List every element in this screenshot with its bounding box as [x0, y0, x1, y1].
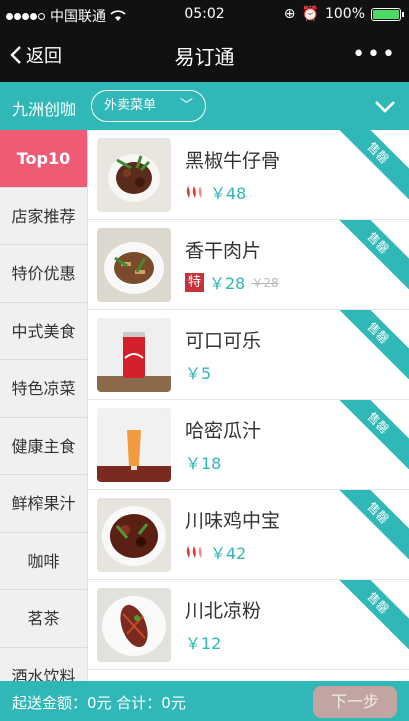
dish-price: ￥5: [185, 364, 212, 383]
dish-name: 川味鸡中宝: [185, 510, 281, 532]
battery-percent: 100%: [324, 6, 365, 22]
dish-image: [97, 138, 171, 212]
list-item[interactable]: 香干肉片 特 ￥28 ￥28 售罄: [88, 220, 409, 310]
dish-price: ￥42: [210, 544, 247, 563]
list-item[interactable]: 川味鸡中宝 ￥42 售罄: [88, 490, 409, 580]
status-bar: 中国联通 05:02 ⊕ ⏰ 100%: [0, 0, 409, 28]
original-price: ￥28: [251, 275, 279, 290]
category-juice[interactable]: 鲜榨果汁: [0, 475, 87, 533]
list-item[interactable]: 哈密瓜汁 ￥18 售罄: [88, 400, 409, 490]
back-button[interactable]: 返回: [10, 42, 62, 68]
dish-price: ￥28: [209, 274, 246, 293]
filter-bar: 九洲创咖 外卖菜单 ﹀: [0, 82, 409, 130]
more-button[interactable]: •••: [352, 42, 397, 67]
dish-price: ￥18: [185, 454, 222, 473]
list-item[interactable]: 可口可乐 ￥5 售罄: [88, 310, 409, 400]
chevron-down-icon: ﹀: [179, 98, 193, 113]
dish-name: 香干肉片: [185, 240, 262, 262]
category-sidebar: Top10 店家推荐 特价优惠 中式美食 特色凉菜 健康主食 鲜榨果汁 咖啡 茗…: [0, 130, 88, 681]
dish-price: ￥48: [210, 184, 247, 203]
category-specials[interactable]: 特价优惠: [0, 245, 87, 303]
back-label: 返回: [26, 46, 62, 67]
category-cold-dishes[interactable]: 特色凉菜: [0, 360, 87, 418]
dish-list: 黑椒牛仔骨 ￥48 售罄 香干肉片 特 ￥28 ￥28 售罄 可口可乐 ￥5 售…: [88, 130, 409, 681]
next-step-button[interactable]: 下一步: [313, 686, 397, 718]
dish-image: [97, 408, 171, 482]
dish-image: [97, 588, 171, 662]
lock-rotation-icon: ⊕: [283, 6, 296, 22]
special-tag: 特: [185, 272, 204, 292]
store-name: 九洲创咖: [12, 100, 77, 119]
dish-name: 哈密瓜汁: [185, 420, 262, 442]
sold-out-ribbon: 售罄: [331, 580, 409, 650]
sold-out-ribbon: 售罄: [331, 490, 409, 560]
category-coffee[interactable]: 咖啡: [0, 533, 87, 590]
price-row: 特 ￥28 ￥28: [185, 270, 279, 294]
order-summary: 起送金额：0元 合计：0元: [12, 694, 186, 712]
alarm-icon: ⏰: [301, 6, 319, 22]
category-drinks[interactable]: 酒水饮料: [0, 648, 87, 682]
menu-type-dropdown[interactable]: 外卖菜单 ﹀: [91, 90, 206, 122]
list-item[interactable]: 黑椒牛仔骨 ￥48 售罄: [88, 130, 409, 220]
sold-out-ribbon: 售罄: [331, 220, 409, 290]
chili-icon: [185, 184, 207, 200]
bottom-bar: 起送金额：0元 合计：0元 下一步: [0, 681, 409, 721]
dish-image: [97, 228, 171, 302]
sold-out-ribbon: 售罄: [331, 310, 409, 380]
sold-out-ribbon: 售罄: [331, 130, 409, 200]
category-chinese[interactable]: 中式美食: [0, 303, 87, 360]
dish-name: 黑椒牛仔骨: [185, 150, 281, 172]
chevron-left-icon: [10, 46, 21, 64]
price-row: ￥12: [185, 630, 221, 654]
nav-bar: 返回 易订通 •••: [0, 28, 409, 82]
dropdown-value: 外卖菜单: [104, 98, 157, 113]
battery-icon: [371, 7, 404, 21]
chili-icon: [185, 544, 207, 560]
category-recommended[interactable]: 店家推荐: [0, 188, 87, 245]
category-top10[interactable]: Top10: [0, 130, 87, 188]
status-right: ⊕ ⏰ 100%: [283, 6, 404, 22]
list-item[interactable]: 川北凉粉 ￥12 售罄: [88, 580, 409, 670]
price-row: ￥48: [185, 180, 246, 204]
category-tea[interactable]: 茗茶: [0, 590, 87, 648]
expand-chevron-icon[interactable]: [371, 92, 399, 120]
dish-image: [97, 318, 171, 392]
category-staple[interactable]: 健康主食: [0, 418, 87, 475]
dish-name: 川北凉粉: [185, 600, 262, 622]
sold-out-ribbon: 售罄: [331, 400, 409, 470]
dish-image: [97, 498, 171, 572]
dish-name: 可口可乐: [185, 330, 262, 352]
price-row: ￥42: [185, 540, 246, 564]
price-row: ￥5: [185, 360, 211, 384]
price-row: ￥18: [185, 450, 221, 474]
dish-price: ￥12: [185, 634, 222, 653]
